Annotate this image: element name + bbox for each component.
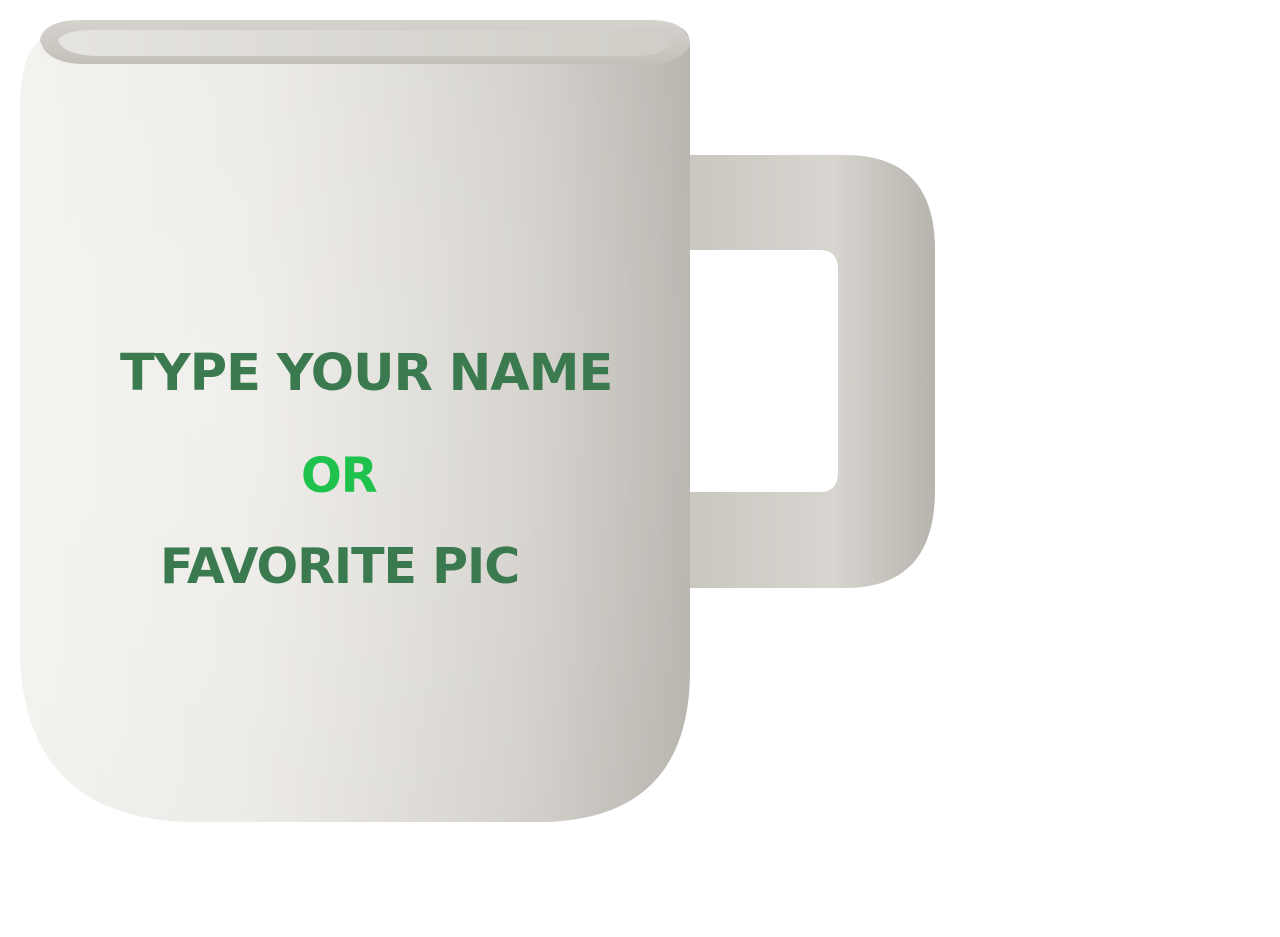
mug-text-line-2: OR <box>301 448 378 504</box>
mug-scene: TYPE YOUR NAME OR FAVORITE PIC <box>0 0 1280 937</box>
mug-opening <box>58 30 672 56</box>
mug-illustration <box>20 20 935 822</box>
mug-handle <box>680 155 935 588</box>
mug-text-line-1: TYPE YOUR NAME <box>120 344 613 403</box>
mug-text-line-3: FAVORITE PIC <box>160 538 520 595</box>
